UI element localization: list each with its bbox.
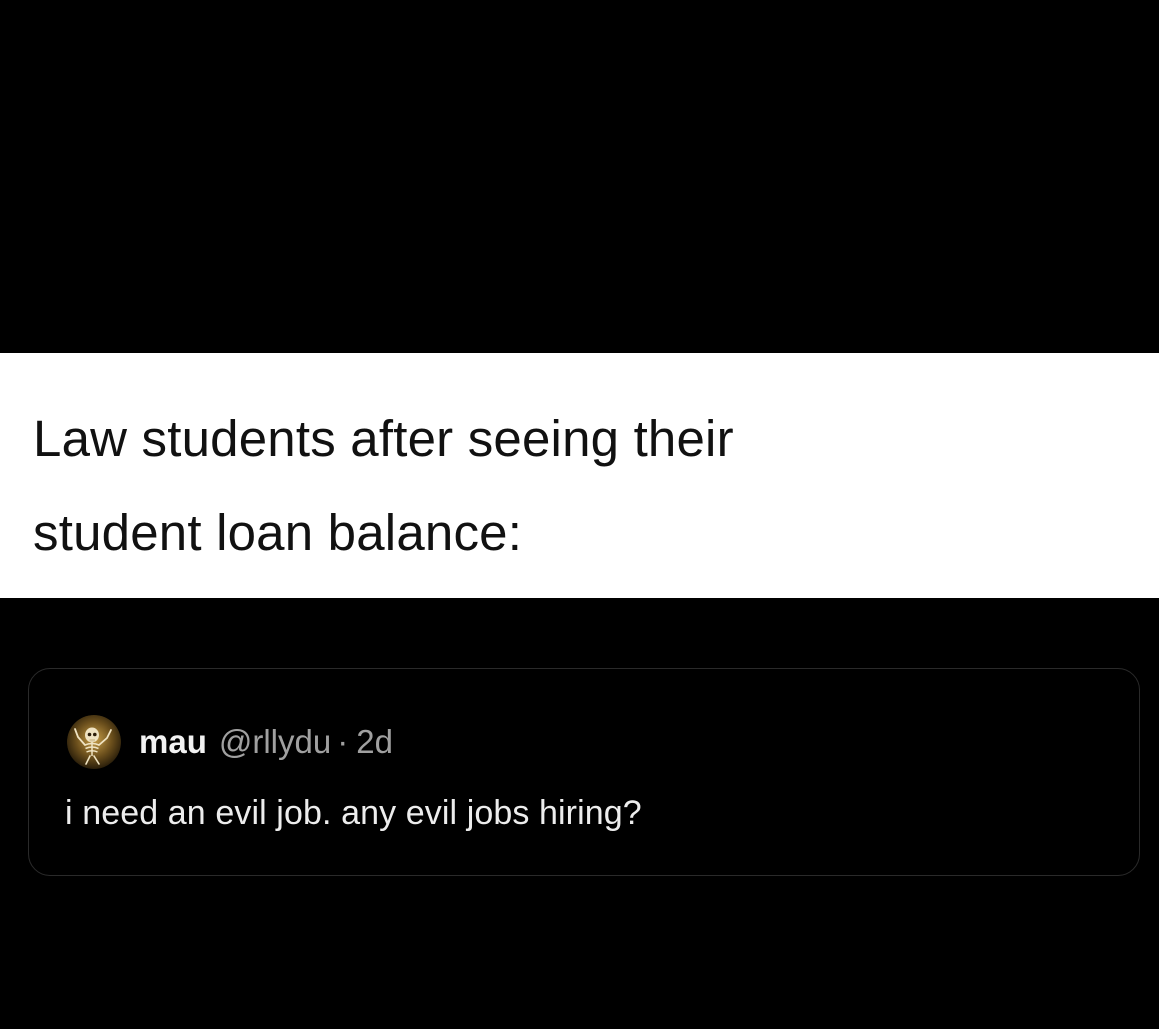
caption-line-2: student loan balance: <box>33 504 523 561</box>
caption-line-1: Law students after seeing their <box>33 410 734 467</box>
tweet-header: mau @rllydu · 2d <box>139 718 393 766</box>
timestamp[interactable]: 2d <box>356 723 393 761</box>
skeleton-avatar-icon-graphic <box>67 715 121 769</box>
separator-dot: · <box>337 723 349 760</box>
tweet-card[interactable] <box>28 668 1140 876</box>
display-name[interactable]: mau <box>139 723 207 761</box>
tweet-text: i need an evil job. any evil jobs hiring… <box>65 794 642 832</box>
skeleton-avatar-icon[interactable] <box>67 715 121 769</box>
user-handle[interactable]: @rllydu <box>219 723 331 761</box>
meme-caption: Law students after seeing their student … <box>33 392 1133 580</box>
top-black-area <box>0 0 1159 353</box>
